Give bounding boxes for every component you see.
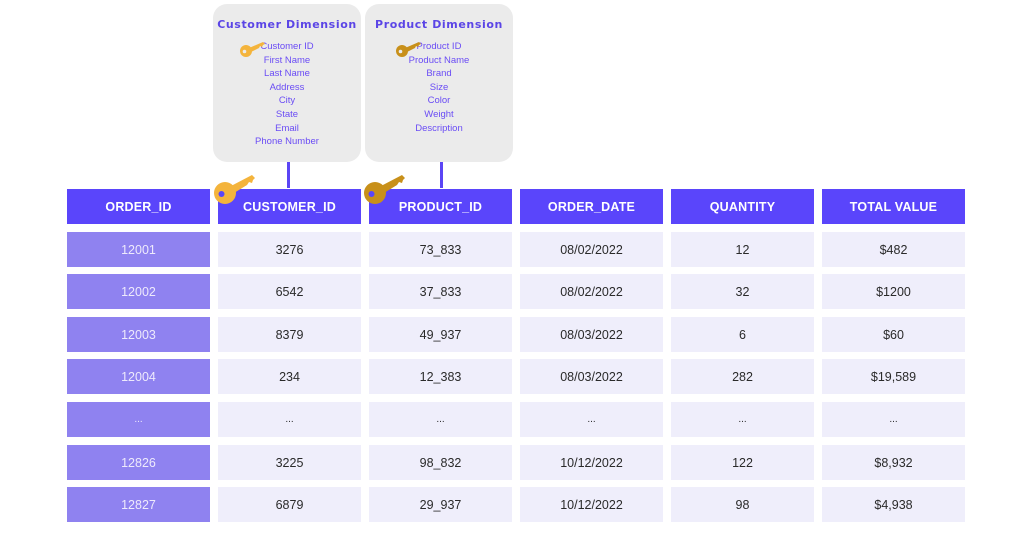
product-dimension-card: Product Dimension Product ID Product Nam… [365,4,513,162]
table-cell-total-value: $1200 [822,274,965,309]
field-city: City [278,95,296,107]
table-cell-order-date: 08/02/2022 [520,274,663,309]
table-cell-product-id: 29_937 [369,487,512,522]
field-last-name: Last Name [264,68,310,80]
table-cell-order-id: ... [67,402,210,437]
table-cell-total-value: $4,938 [822,487,965,522]
table-cell-quantity: 12 [671,232,814,267]
table-cell-order-id: 12004 [67,359,210,394]
key-icon [396,42,421,57]
table-cell-order-id: 12003 [67,317,210,352]
customer-connector-line [287,162,290,188]
key-icon [364,175,405,204]
field-customer-id: Customer ID [260,41,314,52]
table-cell-customer-id: 6879 [218,487,361,522]
table-cell-order-date: 08/03/2022 [520,317,663,352]
table-cell-order-id: 12827 [67,487,210,522]
field-brand: Brand [426,68,452,80]
product-dimension-title: Product Dimension [375,18,503,31]
table-cell-customer-id: 8379 [218,317,361,352]
table-cell-customer-id: 234 [218,359,361,394]
table-cell-quantity: ... [671,402,814,437]
field-address: Address [269,81,305,93]
key-icon [240,42,265,57]
field-product-id: Product ID [416,41,462,52]
product-connector-line [440,162,443,188]
table-cell-order-date: 10/12/2022 [520,445,663,480]
field-size: Size [429,81,449,93]
column-header-quantity: QUANTITY [671,189,814,224]
field-email: Email [275,122,299,134]
field-weight: Weight [424,108,454,120]
field-product-name: Product Name [408,54,470,66]
table-cell-total-value: $482 [822,232,965,267]
column-header-total-value: TOTAL VALUE [822,189,965,224]
table-cell-customer-id: 6542 [218,274,361,309]
column-header-order-date: ORDER_DATE [520,189,663,224]
table-cell-total-value: $60 [822,317,965,352]
table-cell-customer-id: 3276 [218,232,361,267]
table-cell-product-id: 37_833 [369,274,512,309]
table-cell-quantity: 98 [671,487,814,522]
customer-dimension-fields: Customer ID First Name Last Name Address… [213,40,361,149]
table-cell-order-date: 08/03/2022 [520,359,663,394]
table-cell-total-value: $19,589 [822,359,965,394]
table-cell-order-date: 08/02/2022 [520,232,663,267]
table-cell-order-id: 12001 [67,232,210,267]
field-description: Description [415,122,463,134]
product-dimension-fields: Product ID Product Name Brand Size Color… [365,40,513,135]
table-cell-quantity: 282 [671,359,814,394]
field-color: Color [427,95,451,107]
table-cell-order-date: 10/12/2022 [520,487,663,522]
column-header-order-id: ORDER_ID [67,189,210,224]
field-first-name: First Name [263,54,311,66]
table-cell-product-id: 49_937 [369,317,512,352]
table-cell-total-value: $8,932 [822,445,965,480]
table-cell-customer-id: ... [218,402,361,437]
table-cell-product-id: 98_832 [369,445,512,480]
field-state: State [275,108,299,120]
field-phone-number: Phone Number [255,136,319,148]
table-cell-order-id: 12826 [67,445,210,480]
key-icon [214,175,255,204]
table-cell-total-value: ... [822,402,965,437]
table-cell-product-id: ... [369,402,512,437]
customer-dimension-title: Customer Dimension [217,18,357,31]
table-cell-customer-id: 3225 [218,445,361,480]
customer-dimension-card: Customer Dimension Customer ID First Nam… [213,4,361,162]
table-cell-product-id: 73_833 [369,232,512,267]
table-cell-quantity: 6 [671,317,814,352]
table-cell-order-date: ... [520,402,663,437]
table-cell-order-id: 12002 [67,274,210,309]
table-cell-quantity: 122 [671,445,814,480]
table-cell-product-id: 12_383 [369,359,512,394]
table-cell-quantity: 32 [671,274,814,309]
